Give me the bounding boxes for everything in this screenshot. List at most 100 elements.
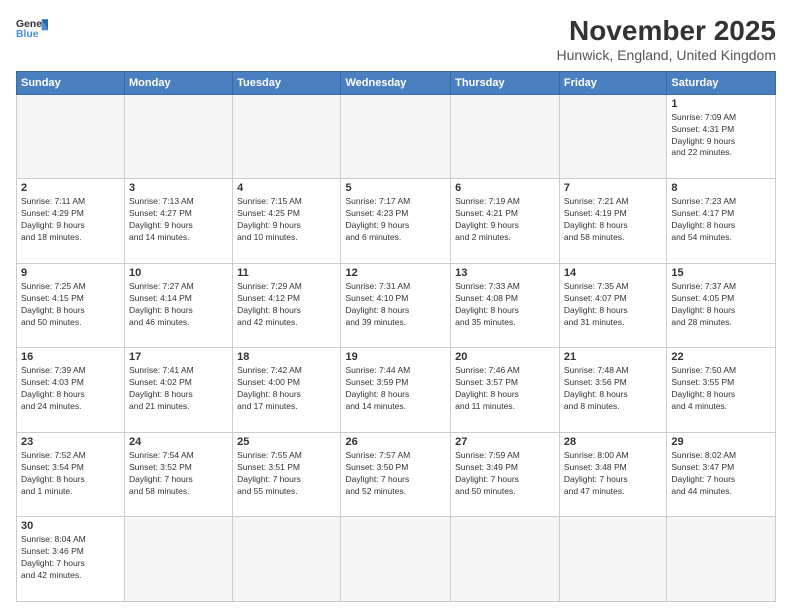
week-row-1: 1 Sunrise: 7:09 AM Sunset: 4:31 PM Daylig… [17, 94, 776, 179]
calendar-cell [233, 94, 341, 179]
calendar-cell: 6Sunrise: 7:19 AM Sunset: 4:21 PM Daylig… [451, 179, 560, 264]
day-number: 25 [237, 436, 336, 448]
calendar-cell: 20 Sunrise: 7:46 AM Sunset: 3:57 PM Dayli… [451, 348, 560, 433]
day-number: 19 [345, 351, 446, 363]
day-info: Sunrise: 7:52 AM Sunset: 3:54 PM Dayligh… [21, 450, 120, 498]
day-info: Sunrise: 8:04 AM Sunset: 3:46 PM Dayligh… [21, 534, 120, 582]
weekday-header-monday: Monday [125, 71, 233, 94]
day-number: 3 [129, 182, 228, 194]
calendar-cell: 11Sunrise: 7:29 AM Sunset: 4:12 PM Dayli… [233, 263, 341, 348]
day-info: Sunrise: 7:17 AM Sunset: 4:23 PM Dayligh… [345, 196, 446, 244]
calendar-cell: 29 Sunrise: 8:02 AM Sunset: 3:47 PM Dayli… [667, 432, 776, 517]
week-row-3: 9 Sunrise: 7:25 AM Sunset: 4:15 PM Daylig… [17, 263, 776, 348]
calendar-cell: 17Sunrise: 7:41 AM Sunset: 4:02 PM Dayli… [125, 348, 233, 433]
day-info: Sunrise: 7:23 AM Sunset: 4:17 PM Dayligh… [671, 196, 771, 244]
calendar-cell [451, 94, 560, 179]
day-number: 10 [129, 267, 228, 279]
calendar-cell: 4Sunrise: 7:15 AM Sunset: 4:25 PM Daylig… [233, 179, 341, 264]
day-info: Sunrise: 7:46 AM Sunset: 3:57 PM Dayligh… [455, 365, 555, 413]
day-number: 21 [564, 351, 662, 363]
day-info: Sunrise: 7:57 AM Sunset: 3:50 PM Dayligh… [345, 450, 446, 498]
day-number: 9 [21, 267, 120, 279]
calendar-cell [559, 94, 666, 179]
day-info: Sunrise: 8:02 AM Sunset: 3:47 PM Dayligh… [671, 450, 771, 498]
day-number: 17 [129, 351, 228, 363]
day-number: 26 [345, 436, 446, 448]
day-info: Sunrise: 7:55 AM Sunset: 3:51 PM Dayligh… [237, 450, 336, 498]
calendar-cell [667, 517, 776, 602]
week-row-6: 30 Sunrise: 8:04 AM Sunset: 3:46 PM Dayli… [17, 517, 776, 602]
calendar-cell: 7 Sunrise: 7:21 AM Sunset: 4:19 PM Daylig… [559, 179, 666, 264]
calendar-cell: 18Sunrise: 7:42 AM Sunset: 4:00 PM Dayli… [233, 348, 341, 433]
day-number: 18 [237, 351, 336, 363]
day-info: Sunrise: 7:37 AM Sunset: 4:05 PM Dayligh… [671, 281, 771, 329]
day-info: Sunrise: 7:11 AM Sunset: 4:29 PM Dayligh… [21, 196, 120, 244]
svg-text:Blue: Blue [16, 29, 39, 40]
main-title: November 2025 [557, 16, 776, 47]
day-info: Sunrise: 7:31 AM Sunset: 4:10 PM Dayligh… [345, 281, 446, 329]
calendar-cell: 13 Sunrise: 7:33 AM Sunset: 4:08 PM Dayli… [451, 263, 560, 348]
calendar-cell [451, 517, 560, 602]
day-number: 2 [21, 182, 120, 194]
weekday-header-wednesday: Wednesday [341, 71, 451, 94]
calendar-cell: 10Sunrise: 7:27 AM Sunset: 4:14 PM Dayli… [125, 263, 233, 348]
day-info: Sunrise: 7:54 AM Sunset: 3:52 PM Dayligh… [129, 450, 228, 498]
weekday-header-tuesday: Tuesday [233, 71, 341, 94]
calendar-cell: 5 Sunrise: 7:17 AM Sunset: 4:23 PM Daylig… [341, 179, 451, 264]
day-number: 12 [345, 267, 446, 279]
day-info: Sunrise: 7:35 AM Sunset: 4:07 PM Dayligh… [564, 281, 662, 329]
day-number: 29 [671, 436, 771, 448]
day-number: 15 [671, 267, 771, 279]
weekday-header-saturday: Saturday [667, 71, 776, 94]
day-number: 14 [564, 267, 662, 279]
day-number: 22 [671, 351, 771, 363]
week-row-5: 23 Sunrise: 7:52 AM Sunset: 3:54 PM Dayli… [17, 432, 776, 517]
weekday-header-friday: Friday [559, 71, 666, 94]
day-info: Sunrise: 7:39 AM Sunset: 4:03 PM Dayligh… [21, 365, 120, 413]
day-info: Sunrise: 7:15 AM Sunset: 4:25 PM Dayligh… [237, 196, 336, 244]
calendar-cell [17, 94, 125, 179]
calendar-cell: 12 Sunrise: 7:31 AM Sunset: 4:10 PM Dayli… [341, 263, 451, 348]
calendar-cell: 24 Sunrise: 7:54 AM Sunset: 3:52 PM Dayli… [125, 432, 233, 517]
day-number: 28 [564, 436, 662, 448]
day-number: 13 [455, 267, 555, 279]
weekday-header-row: SundayMondayTuesdayWednesdayThursdayFrid… [17, 71, 776, 94]
day-number: 1 [671, 98, 771, 110]
day-info: Sunrise: 7:48 AM Sunset: 3:56 PM Dayligh… [564, 365, 662, 413]
day-info: Sunrise: 7:33 AM Sunset: 4:08 PM Dayligh… [455, 281, 555, 329]
day-number: 5 [345, 182, 446, 194]
calendar-cell: 9 Sunrise: 7:25 AM Sunset: 4:15 PM Daylig… [17, 263, 125, 348]
day-number: 30 [21, 520, 120, 532]
day-info: Sunrise: 7:25 AM Sunset: 4:15 PM Dayligh… [21, 281, 120, 329]
logo-icon: General Blue [16, 16, 48, 44]
calendar-cell: 26 Sunrise: 7:57 AM Sunset: 3:50 PM Dayli… [341, 432, 451, 517]
day-info: Sunrise: 7:59 AM Sunset: 3:49 PM Dayligh… [455, 450, 555, 498]
weekday-header-thursday: Thursday [451, 71, 560, 94]
title-block: November 2025 Hunwick, England, United K… [557, 16, 776, 63]
day-number: 27 [455, 436, 555, 448]
calendar-cell: 2 Sunrise: 7:11 AM Sunset: 4:29 PM Daylig… [17, 179, 125, 264]
calendar-cell [341, 517, 451, 602]
calendar-cell [125, 94, 233, 179]
calendar-table: SundayMondayTuesdayWednesdayThursdayFrid… [16, 71, 776, 602]
calendar-cell [125, 517, 233, 602]
day-info: Sunrise: 7:21 AM Sunset: 4:19 PM Dayligh… [564, 196, 662, 244]
calendar-cell: 16Sunrise: 7:39 AM Sunset: 4:03 PM Dayli… [17, 348, 125, 433]
calendar-cell: 21 Sunrise: 7:48 AM Sunset: 3:56 PM Dayli… [559, 348, 666, 433]
day-info: Sunrise: 7:29 AM Sunset: 4:12 PM Dayligh… [237, 281, 336, 329]
calendar-cell: 8 Sunrise: 7:23 AM Sunset: 4:17 PM Daylig… [667, 179, 776, 264]
calendar-cell: 28Sunrise: 8:00 AM Sunset: 3:48 PM Dayli… [559, 432, 666, 517]
day-number: 23 [21, 436, 120, 448]
day-info: Sunrise: 7:09 AM Sunset: 4:31 PM Dayligh… [671, 112, 771, 160]
day-number: 6 [455, 182, 555, 194]
day-info: Sunrise: 7:13 AM Sunset: 4:27 PM Dayligh… [129, 196, 228, 244]
calendar-cell: 22Sunrise: 7:50 AM Sunset: 3:55 PM Dayli… [667, 348, 776, 433]
day-number: 20 [455, 351, 555, 363]
calendar-cell: 23 Sunrise: 7:52 AM Sunset: 3:54 PM Dayli… [17, 432, 125, 517]
calendar-cell: 1 Sunrise: 7:09 AM Sunset: 4:31 PM Daylig… [667, 94, 776, 179]
week-row-4: 16Sunrise: 7:39 AM Sunset: 4:03 PM Dayli… [17, 348, 776, 433]
day-number: 8 [671, 182, 771, 194]
calendar-cell [233, 517, 341, 602]
day-number: 24 [129, 436, 228, 448]
day-number: 7 [564, 182, 662, 194]
